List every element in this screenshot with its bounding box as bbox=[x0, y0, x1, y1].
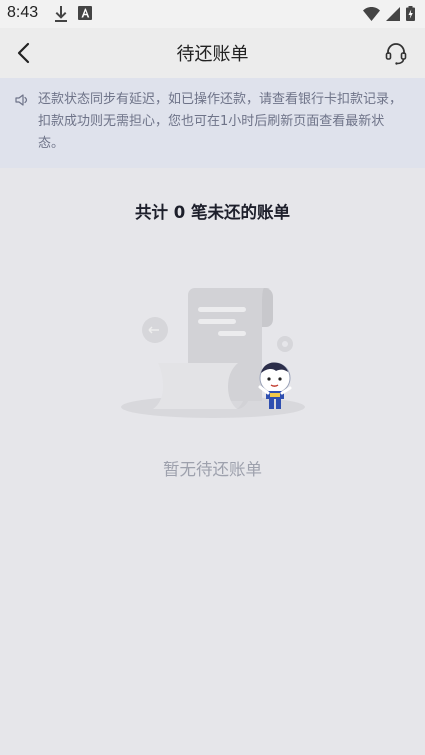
headset-icon bbox=[385, 43, 407, 65]
wifi-icon bbox=[363, 6, 380, 21]
speaker-icon bbox=[15, 94, 28, 106]
battery-icon bbox=[406, 6, 415, 21]
signal-icon bbox=[386, 6, 400, 21]
header-bar: 待还账单 bbox=[0, 28, 425, 78]
status-bar: 8:43 bbox=[0, 0, 425, 28]
status-time: 8:43 bbox=[7, 4, 39, 21]
font-a-icon bbox=[78, 6, 92, 20]
notice-banner: 还款状态同步有延迟，如已操作还款，请查看银行卡扣款记录，扣款成功则无需担心，您也… bbox=[0, 78, 425, 168]
customer-service-button[interactable] bbox=[383, 40, 409, 66]
status-notification-icons bbox=[54, 6, 92, 22]
page-title: 待还账单 bbox=[176, 44, 249, 65]
empty-bills-illustration bbox=[121, 288, 305, 418]
status-system-icons bbox=[363, 6, 415, 21]
empty-state-text: 暂无待还账单 bbox=[163, 460, 262, 479]
notice-text: 还款状态同步有延迟，如已操作还款，请查看银行卡扣款记录，扣款成功则无需担心，您也… bbox=[38, 92, 403, 151]
bill-count-summary: 共计 0 笔未还的账单 bbox=[135, 203, 290, 222]
download-icon bbox=[55, 6, 67, 22]
